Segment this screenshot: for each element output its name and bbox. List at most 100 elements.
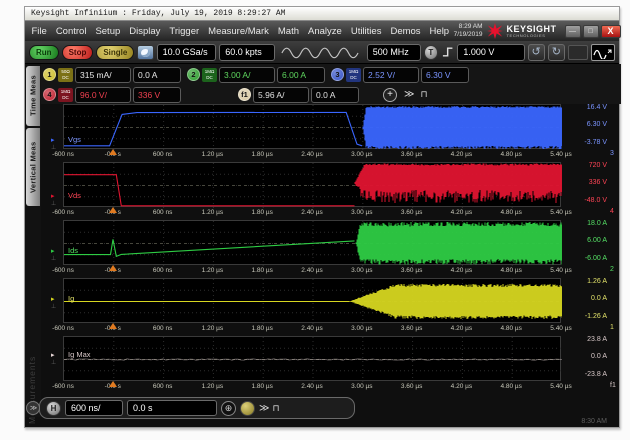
screenshot-page: Keysight Infiniium : Friday, July 19, 20…: [0, 0, 630, 440]
autoscale-button[interactable]: [591, 44, 615, 61]
display-settings-icon[interactable]: [137, 45, 153, 60]
trigger-marker-icon[interactable]: [109, 323, 117, 329]
plot-area-vgs[interactable]: [63, 104, 561, 149]
marker-icon[interactable]: ⊓: [272, 403, 279, 414]
channel-summary-bar: 150ΩDC315 mA/0.0 A21MΩDC3.00 A/6.00 A31M…: [41, 64, 621, 104]
edge-trigger-icon: [441, 45, 454, 59]
channel-1-offset-field[interactable]: 0.0 A: [133, 67, 181, 83]
menu-item-utilities[interactable]: Utilities: [346, 26, 386, 37]
trigger-marker-icon[interactable]: [109, 149, 117, 155]
channel-reference-arrow: ▸: [51, 247, 55, 255]
autoscale-waveform-icon: [593, 46, 613, 59]
add-waveform-button[interactable]: +: [383, 88, 397, 102]
menu-item-demos[interactable]: Demos: [386, 26, 425, 37]
menu-right-cluster: 8:29 AM 7/19/2019 KEYSIGHT TECHNOLOGIES …: [454, 23, 621, 39]
taskbar-time: 8:30 AM: [581, 418, 607, 425]
menu-item-trigger[interactable]: Trigger: [165, 26, 204, 37]
h-position-field[interactable]: 0.0 s: [127, 400, 217, 416]
channel-3-scale-field[interactable]: 2.52 V/: [363, 67, 419, 83]
channel-4-button[interactable]: 4: [43, 88, 56, 101]
waveform-panel-vds: ▸⊥Vds720 V336 V-48.0 V4-600 ns-0.0 s600 …: [41, 162, 621, 220]
channel-1-coupling-badge: 50ΩDC: [58, 68, 73, 82]
zoom-button[interactable]: ⊕: [221, 401, 236, 416]
trigger-marker-icon[interactable]: [109, 207, 117, 213]
trace-label-ig-max: Ig Max: [68, 350, 91, 359]
channel-2-offset-field[interactable]: 6.00 A: [277, 67, 325, 83]
plot-area-ids[interactable]: [63, 220, 561, 265]
menu-item-math[interactable]: Math: [273, 26, 303, 37]
x-tick: -600 ns: [52, 383, 74, 390]
channel-f1-offset-field[interactable]: 0.0 A: [311, 87, 359, 103]
channel-2-group: 21MΩDC3.00 A/6.00 A: [187, 65, 325, 84]
memory-depth-field[interactable]: 60.0 kpts: [219, 44, 275, 61]
close-button[interactable]: X: [601, 25, 621, 38]
channel-4-offset-field[interactable]: 336 V: [133, 87, 181, 103]
plot-area-vds[interactable]: [63, 162, 561, 207]
x-tick: 3.00 µs: [351, 209, 372, 216]
single-button[interactable]: Single: [96, 45, 134, 60]
trigger-marker-icon[interactable]: [109, 265, 117, 271]
channel-reference-arrow: ▸: [51, 351, 55, 359]
x-tick: 3.60 µs: [401, 267, 422, 274]
channel-1-scale-field[interactable]: 315 mA/: [75, 67, 131, 83]
keysight-logo-icon: [487, 23, 503, 39]
bandwidth-field[interactable]: 500 MHz: [367, 44, 421, 61]
sample-rate-field[interactable]: 10.0 GSa/s: [157, 44, 217, 61]
more-chevrons-icon[interactable]: ≫: [259, 403, 268, 414]
channel-3-button[interactable]: 3: [331, 68, 344, 81]
x-tick: -600 ns: [52, 267, 74, 274]
undo-button[interactable]: ↺: [528, 44, 545, 61]
display-preview-icon[interactable]: [568, 45, 588, 60]
window-titlebar[interactable]: Keysight Infiniium : Friday, July 19, 20…: [25, 7, 619, 21]
trace-label-vds: Vds: [68, 191, 81, 200]
waveform-panel-ig: ▸⊥Ig1.26 A0.0 A-1.26 A1-600 ns-0.0 s600 …: [41, 278, 621, 336]
menu-item-help[interactable]: Help: [425, 26, 454, 37]
channel-f1-button[interactable]: f1: [238, 88, 251, 101]
channel-2-button[interactable]: 2: [187, 68, 200, 81]
more-channels-icon[interactable]: ≫: [404, 89, 413, 100]
x-tick: 600 ns: [153, 151, 173, 158]
x-tick: 4.20 µs: [451, 267, 472, 274]
time-axis-ig: -600 ns-0.0 s600 ns1.20 µs1.80 µs2.40 µs…: [63, 323, 561, 336]
ground-icon: ⊥: [51, 359, 56, 366]
x-tick: -600 ns: [52, 151, 74, 158]
trigger-button[interactable]: T: [424, 45, 438, 60]
x-tick: 2.40 µs: [301, 209, 322, 216]
window-title: Keysight Infiniium : Friday, July 19, 20…: [31, 9, 285, 18]
scale-label-ig-0: 1.26 A: [563, 278, 607, 285]
touch-trigger-button[interactable]: [240, 401, 255, 416]
trigger-marker-icon[interactable]: [109, 381, 117, 387]
menu-item-measure-mark[interactable]: Measure/Mark: [204, 26, 274, 37]
menu-item-display[interactable]: Display: [125, 26, 165, 37]
x-tick: 1.80 µs: [251, 383, 272, 390]
stop-button[interactable]: Stop: [62, 45, 94, 60]
x-tick: 5.40 µs: [550, 267, 571, 274]
run-button[interactable]: Run: [29, 45, 59, 60]
channel-2-scale-field[interactable]: 3.00 A/: [219, 67, 275, 83]
trace-vds: [64, 175, 355, 206]
collapse-button[interactable]: ≫: [26, 401, 40, 415]
trigger-level-field[interactable]: 1.000 V: [457, 44, 524, 61]
channel-3-offset-field[interactable]: 6.30 V: [421, 67, 469, 83]
channel-4-scale-field[interactable]: 96.0 V/: [75, 87, 131, 103]
maximize-button[interactable]: □: [583, 25, 599, 38]
channel-f1-scale-field[interactable]: 5.96 A/: [253, 87, 309, 103]
plot-area-ig-max[interactable]: [63, 336, 561, 381]
horizontal-button[interactable]: H: [46, 401, 61, 416]
sine-wave-icon: [280, 45, 362, 59]
tab-time-meas[interactable]: Time Meas: [26, 66, 40, 126]
x-tick: 3.00 µs: [351, 383, 372, 390]
redo-button[interactable]: ↻: [548, 44, 565, 61]
menu-item-control[interactable]: Control: [51, 26, 91, 37]
timebase-field[interactable]: 600 ns/: [65, 400, 123, 416]
channel-marker-icon[interactable]: ⊓: [420, 89, 427, 100]
x-tick: 3.60 µs: [401, 383, 422, 390]
tab-vertical-meas[interactable]: Vertical Meas: [26, 128, 40, 206]
menu-item-file[interactable]: File: [27, 26, 51, 37]
channel-number-marker: 2: [610, 266, 614, 273]
menu-item-setup[interactable]: Setup: [91, 26, 125, 37]
channel-1-button[interactable]: 1: [43, 68, 56, 81]
menu-item-analyze[interactable]: Analyze: [304, 26, 347, 37]
minimize-button[interactable]: —: [565, 25, 581, 38]
plot-area-ig[interactable]: [63, 278, 561, 323]
